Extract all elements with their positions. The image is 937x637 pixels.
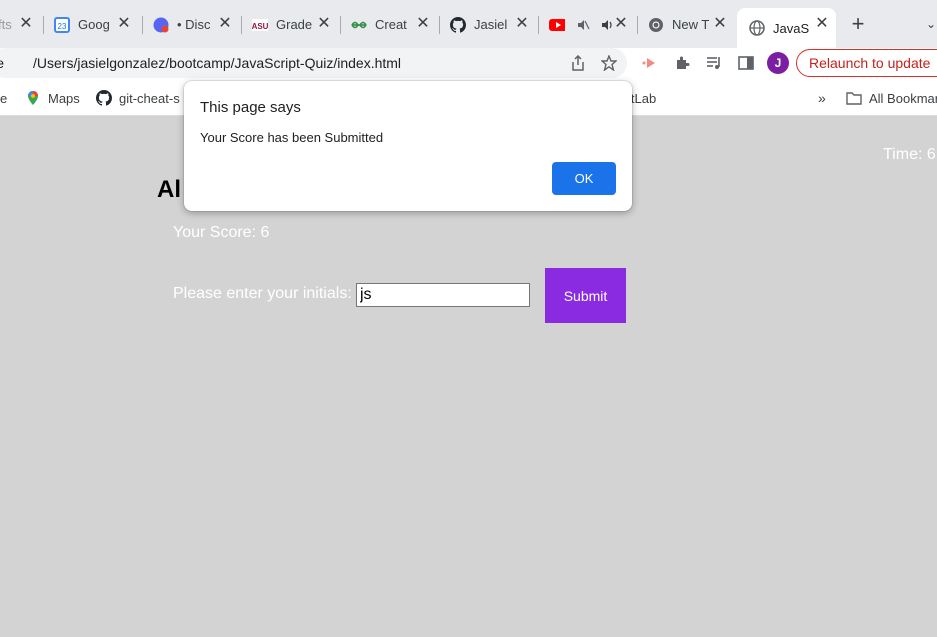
svg-text:23: 23	[58, 22, 67, 31]
page-heading: Al	[157, 176, 181, 203]
profile-avatar[interactable]: J	[767, 52, 789, 74]
tab-separator	[241, 16, 242, 34]
tab-title: • Disc	[177, 17, 211, 32]
dialog-message: Your Score has been Submitted	[200, 130, 384, 145]
close-icon[interactable]: ✕	[712, 16, 728, 32]
relaunch-button[interactable]: Relaunch to update	[796, 49, 937, 77]
side-panel-icon[interactable]	[736, 53, 756, 73]
google-calendar-icon: 23	[54, 16, 70, 33]
tab-title: Goog	[78, 17, 110, 32]
tab-title: fts	[0, 17, 12, 32]
submit-button[interactable]: Submit	[545, 268, 626, 323]
tab-8-active[interactable]: JavaS ✕	[737, 8, 836, 48]
bookmark-label: All Bookmar	[869, 90, 937, 106]
tab-separator	[538, 16, 539, 34]
folder-icon	[846, 90, 862, 106]
alert-dialog: This page says Your Score has been Submi…	[184, 81, 632, 211]
tab-separator	[637, 16, 638, 34]
bookmark-maps[interactable]: Maps	[25, 89, 80, 107]
tab-0[interactable]: fts ✕	[0, 8, 38, 41]
bookmark-git-cheat-sheet[interactable]: git-cheat-s	[96, 89, 180, 107]
ok-button[interactable]: OK	[552, 162, 616, 195]
geeksforgeeks-icon	[351, 17, 367, 33]
bookmark-gitlab[interactable]: itLab	[628, 89, 656, 107]
asu-icon: ASU	[252, 17, 268, 33]
github-icon	[96, 90, 112, 106]
bookmark-label: itLab	[628, 90, 657, 106]
chrome-icon	[648, 17, 664, 33]
initials-label: Please enter your initials:	[173, 285, 352, 302]
tab-title: Grade	[276, 17, 313, 32]
screencast-icon[interactable]	[640, 53, 660, 73]
svg-text:ASU: ASU	[252, 22, 268, 31]
close-icon[interactable]: ✕	[814, 16, 830, 32]
tab-2[interactable]: • Disc ✕	[153, 8, 239, 41]
share-icon[interactable]	[568, 53, 588, 73]
close-icon[interactable]: ✕	[415, 16, 431, 32]
tab-3[interactable]: ASU Grade ✕	[252, 8, 338, 41]
tab-6[interactable]: ✕	[549, 8, 635, 41]
tab-1[interactable]: 23 Goog ✕	[54, 8, 138, 41]
close-icon[interactable]: ✕	[613, 16, 629, 32]
close-icon[interactable]: ✕	[514, 16, 530, 32]
tab-strip: fts ✕ 23 Goog ✕ • Disc ✕ ASU Grade ✕ Cre…	[0, 0, 937, 48]
new-tab-plus-icon[interactable]: +	[848, 13, 868, 35]
tab-title: Creat	[375, 17, 407, 32]
close-icon[interactable]: ✕	[116, 16, 132, 32]
tab-title: JavaS	[773, 20, 810, 36]
media-controls-icon[interactable]	[704, 53, 724, 73]
tab-separator	[142, 16, 143, 34]
maps-icon	[25, 90, 41, 106]
omnibox-url[interactable]: /Users/jasielgonzalez/bootcamp/JavaScrip…	[33, 55, 401, 71]
globe-icon	[749, 20, 765, 36]
tab-separator	[340, 16, 341, 34]
tab-separator	[43, 16, 44, 34]
youtube-icon	[549, 17, 565, 33]
dialog-title: This page says	[200, 99, 301, 116]
bookmark-star-icon[interactable]	[599, 53, 619, 73]
address-bar[interactable]: ile /Users/jasielgonzalez/bootcamp/JavaS…	[0, 48, 627, 78]
omnibox-scheme: ile	[0, 55, 5, 71]
browser-toolbar: ile /Users/jasielgonzalez/bootcamp/JavaS…	[0, 48, 937, 80]
tab-5[interactable]: Jasiel ✕	[450, 8, 536, 41]
initials-input[interactable]	[356, 283, 530, 307]
close-icon[interactable]: ✕	[18, 16, 34, 32]
close-icon[interactable]: ✕	[217, 16, 233, 32]
close-icon[interactable]: ✕	[316, 16, 332, 32]
score-text: Your Score: 6	[173, 224, 270, 241]
extensions-puzzle-icon[interactable]	[672, 53, 692, 73]
mute-tab-icon[interactable]	[575, 17, 591, 33]
tab-title: New T	[672, 17, 710, 32]
chevron-down-icon[interactable]: ⌄	[926, 14, 937, 34]
tab-4[interactable]: Creat ✕	[351, 8, 437, 41]
all-bookmarks[interactable]: All Bookmar	[846, 89, 937, 107]
discord-icon	[153, 17, 169, 33]
bookmark-label: Maps	[48, 90, 80, 106]
timer-text: Time: 6	[883, 146, 936, 163]
tab-separator	[439, 16, 440, 34]
tab-7[interactable]: New T ✕	[648, 8, 734, 41]
tab-title: Jasiel	[474, 17, 508, 32]
github-icon	[450, 16, 466, 33]
bookmarks-overflow-icon[interactable]: »	[818, 89, 826, 107]
bookmark-label: git-cheat-s	[119, 90, 180, 106]
bookmark-label: e	[0, 90, 8, 106]
bookmark-item[interactable]: e	[0, 89, 7, 107]
